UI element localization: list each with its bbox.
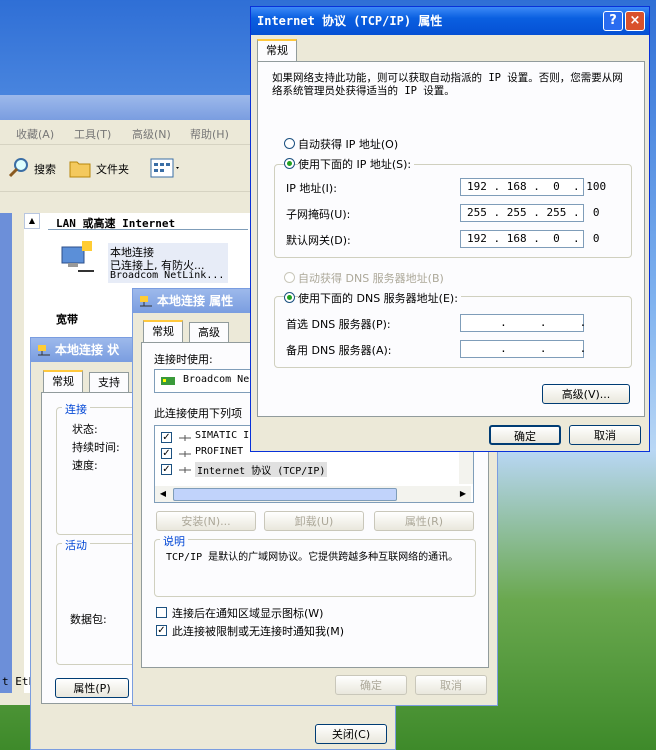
menu-tools[interactable]: 工具(T)	[74, 126, 111, 142]
preferred-dns-input[interactable]: . . .	[460, 314, 586, 332]
alternate-dns-label: 备用 DNS 服务器(A):	[286, 344, 392, 357]
use-ip-radio[interactable]	[284, 158, 295, 169]
component-checkbox-profinet[interactable]: ✓	[161, 448, 172, 459]
properties-dialog-title: 本地连接 属性	[157, 294, 234, 308]
folders-button[interactable]: 文件夹	[96, 161, 129, 177]
tcpip-ok-button[interactable]: 确定	[489, 425, 561, 445]
network-card-icon	[161, 377, 175, 385]
status-properties-button[interactable]: 属性(P)	[55, 678, 129, 698]
adapter-box: Broadcom Ne	[154, 369, 252, 393]
search-icon	[8, 158, 28, 178]
tcpip-dialog-title: Internet 协议 (TCP/IP) 属性	[257, 14, 443, 28]
description-group	[154, 539, 476, 597]
auto-ip-label: 自动获得 IP 地址(O)	[298, 138, 399, 151]
explorer-toolbar: 搜索 文件夹	[0, 145, 260, 192]
status-packets-label: 数据包:	[70, 613, 107, 626]
use-dns-radio[interactable]	[284, 292, 295, 303]
tcpip-tab-pane: 如果网络支持此功能，则可以获取自动指派的 IP 设置。否则，您需要从网络系统管理…	[257, 61, 645, 417]
properties-cancel-button[interactable]: 取消	[415, 675, 487, 695]
component-properties-button[interactable]: 属性(R)	[374, 511, 474, 531]
subnet-mask-input[interactable]: 255 . 255 . 255 . 0	[460, 204, 599, 222]
intro-text: 如果网络支持此功能，则可以获取自动指派的 IP 设置。否则，您需要从网络系统管理…	[272, 72, 623, 97]
status-dialog-title: 本地连接 状	[55, 343, 120, 357]
items-label: 此连接使用下列项	[154, 407, 242, 420]
explorer-title-bar	[0, 95, 260, 120]
section-divider	[48, 229, 248, 230]
connection-item[interactable]: 本地连接 已连接上, 有防火... Broadcom NetLink...	[108, 243, 228, 283]
auto-ip-radio[interactable]	[284, 138, 295, 149]
adapter-name: Broadcom Ne	[183, 374, 250, 385]
network-icon	[38, 345, 50, 356]
tcpip-dialog: Internet 协议 (TCP/IP) 属性 ? × 常规 如果网络支持此功能…	[250, 6, 650, 452]
auto-dns-radio[interactable]	[284, 272, 295, 283]
connection-adapter: Broadcom NetLink...	[110, 270, 225, 281]
status-close-button[interactable]: 关闭(C)	[315, 724, 387, 744]
properties-ok-button[interactable]: 确定	[335, 675, 407, 695]
status-field-duration: 持续时间:	[72, 441, 120, 454]
component-checkbox-simatic[interactable]: ✓	[161, 432, 172, 443]
tcpip-tab-general[interactable]: 常规	[257, 39, 297, 61]
tcpip-dialog-title-bar: Internet 协议 (TCP/IP) 属性	[251, 7, 649, 35]
properties-tab-advanced[interactable]: 高级	[189, 322, 229, 342]
ip-address-input[interactable]: 192 . 168 . 0 . 100	[460, 178, 606, 196]
network-icon	[140, 296, 152, 307]
component-simatic[interactable]: SIMATIC I	[195, 430, 249, 441]
properties-tab-general[interactable]: 常规	[143, 320, 183, 342]
subnet-mask-label: 子网掩码(U):	[286, 208, 351, 221]
preferred-dns-label: 首选 DNS 服务器(P):	[286, 318, 391, 331]
alternate-dns-input[interactable]: . . .	[460, 340, 586, 358]
search-button[interactable]: 搜索	[34, 161, 56, 177]
hscroll-thumb[interactable]	[173, 488, 397, 501]
view-icon[interactable]	[150, 157, 182, 179]
section-broadband-heading: 宽带	[56, 313, 78, 326]
status-tab-general[interactable]: 常规	[43, 370, 83, 392]
ip-address-label: IP 地址(I):	[286, 182, 337, 195]
show-icon-label: 连接后在通知区域显示图标(W)	[172, 607, 324, 620]
close-button[interactable]: ×	[625, 11, 645, 31]
status-group-connection-label: 连接	[62, 401, 90, 417]
status-group-activity-label: 活动	[62, 537, 90, 553]
status-field-state: 状态:	[72, 423, 98, 436]
menu-advanced[interactable]: 高级(N)	[132, 126, 171, 142]
hscroll-right-arrow[interactable]: ▶	[455, 486, 471, 502]
connect-using-label: 连接时使用:	[154, 353, 213, 366]
help-button[interactable]: ?	[603, 11, 623, 31]
description-text: TCP/IP 是默认的广域网协议。它提供跨越多种互联网络的通讯。	[166, 552, 459, 563]
status-field-speed: 速度:	[72, 459, 98, 472]
tcpip-cancel-button[interactable]: 取消	[569, 425, 641, 445]
advanced-button[interactable]: 高级(V)...	[542, 384, 630, 404]
folder-icon	[69, 161, 91, 178]
notify-label: 此连接被限制或无连接时通知我(M)	[172, 625, 345, 638]
auto-dns-label: 自动获得 DNS 服务器地址(B)	[298, 272, 444, 285]
list-horizontal-scrollbar[interactable]: ◀ ▶	[155, 486, 471, 502]
menu-help[interactable]: 帮助(H)	[190, 126, 229, 142]
scrollbar-up[interactable]: ▲	[24, 213, 40, 229]
component-tcpip[interactable]: Internet 协议 (TCP/IP)	[195, 462, 328, 477]
component-profinet[interactable]: PROFINET	[195, 446, 243, 457]
gateway-label: 默认网关(D):	[286, 234, 351, 247]
status-tab-support[interactable]: 支持	[89, 372, 129, 392]
description-label: 说明	[160, 533, 188, 549]
uninstall-button[interactable]: 卸载(U)	[264, 511, 364, 531]
use-ip-label: 使用下面的 IP 地址(S):	[298, 156, 415, 172]
network-connection-icon	[61, 241, 94, 272]
notify-checkbox[interactable]: ✓	[156, 625, 167, 636]
menu-favorites[interactable]: 收藏(A)	[16, 126, 54, 142]
hscroll-left-arrow[interactable]: ◀	[155, 486, 171, 502]
explorer-menu-bar: 收藏(A) 工具(T) 高级(N) 帮助(H)	[0, 122, 260, 145]
install-button[interactable]: 安装(N)...	[156, 511, 256, 531]
protocol-icon	[179, 435, 191, 473]
gateway-input[interactable]: 192 . 168 . 0 . 0	[460, 230, 599, 248]
explorer-left-pane	[0, 213, 12, 693]
use-dns-label: 使用下面的 DNS 服务器地址(E):	[298, 290, 461, 306]
component-checkbox-tcpip[interactable]: ✓	[161, 464, 172, 475]
show-icon-checkbox[interactable]	[156, 607, 167, 618]
